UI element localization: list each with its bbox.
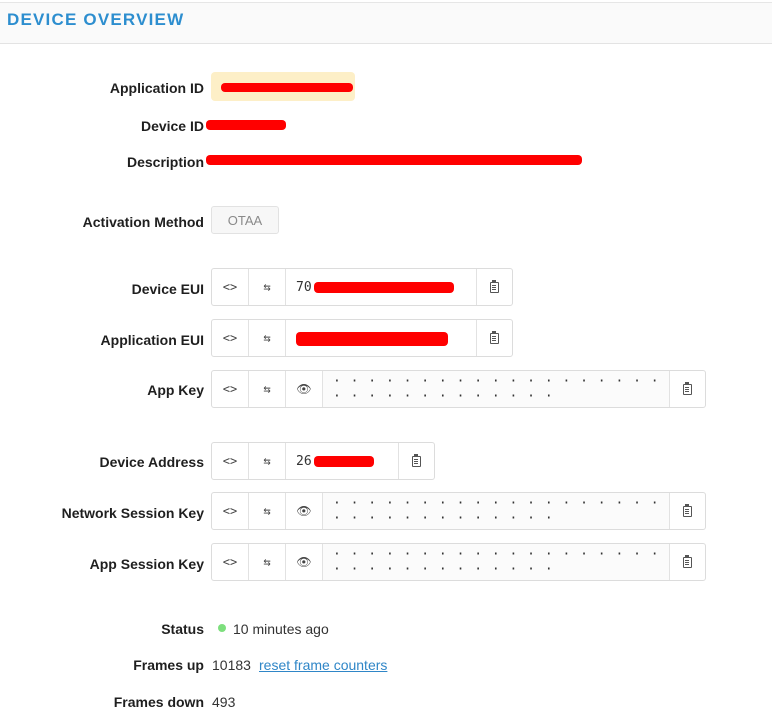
application-id-label: Application ID: [109, 80, 204, 96]
byte-order-swap-icon[interactable]: ⇆: [249, 544, 286, 580]
status-indicator: [218, 624, 226, 632]
code-toggle-icon[interactable]: <>: [212, 269, 249, 305]
device-address-value[interactable]: 26: [286, 443, 398, 479]
copy-button[interactable]: [476, 320, 512, 356]
frames-up-label: Frames up: [133, 657, 204, 673]
description-redaction: [206, 155, 582, 165]
app-session-key-value[interactable]: · · · · · · · · · · · · · · · · · · · · …: [323, 544, 669, 580]
clipboard-icon: [490, 279, 499, 293]
app-key-value[interactable]: · · · · · · · · · · · · · · · · · · · · …: [323, 371, 669, 407]
device-eui-label: Device EUI: [131, 281, 204, 297]
byte-order-swap-icon[interactable]: ⇆: [249, 493, 286, 529]
code-toggle-icon[interactable]: <>: [212, 493, 249, 529]
device-address-redaction: [314, 456, 374, 467]
clipboard-icon: [683, 503, 692, 517]
device-eui-field: <> ⇆ 70: [211, 268, 513, 306]
activation-method-badge: OTAA: [211, 206, 279, 234]
clipboard-icon: [490, 330, 499, 344]
clipboard-icon: [683, 554, 692, 568]
device-id-label: Device ID: [140, 118, 204, 134]
code-toggle-icon[interactable]: <>: [212, 371, 249, 407]
status-value: 10 minutes ago: [233, 621, 329, 637]
copy-button[interactable]: [669, 493, 705, 529]
code-toggle-icon[interactable]: <>: [212, 443, 249, 479]
network-session-key-field: <> ⇆ 👁 · · · · · · · · · · · · · · · · ·…: [211, 492, 706, 530]
app-key-field: <> ⇆ 👁 · · · · · · · · · · · · · · · · ·…: [211, 370, 706, 408]
application-eui-redaction: [296, 332, 448, 346]
code-toggle-icon[interactable]: <>: [212, 544, 249, 580]
copy-button[interactable]: [476, 269, 512, 305]
eye-icon[interactable]: 👁: [286, 544, 323, 580]
device-eui-redaction: [314, 282, 454, 293]
section-header: DEVICE OVERVIEW: [0, 3, 772, 44]
application-eui-field: <> ⇆: [211, 319, 513, 357]
eye-icon[interactable]: 👁: [286, 493, 323, 529]
code-toggle-icon[interactable]: <>: [212, 320, 249, 356]
clipboard-icon: [412, 453, 421, 467]
redaction-mark: [221, 83, 353, 92]
copy-button[interactable]: [669, 544, 705, 580]
application-id-value: [211, 72, 355, 101]
eye-icon[interactable]: 👁: [286, 371, 323, 407]
byte-order-swap-icon[interactable]: ⇆: [249, 320, 286, 356]
copy-button[interactable]: [669, 371, 705, 407]
application-eui-label: Application EUI: [100, 332, 204, 348]
device-address-field: <> ⇆ 26: [211, 442, 435, 480]
device-eui-value[interactable]: 70: [286, 269, 476, 305]
device-id-redaction: [206, 120, 286, 130]
status-label: Status: [161, 621, 204, 637]
network-session-key-label: Network Session Key: [61, 505, 204, 521]
clipboard-icon: [683, 381, 692, 395]
app-key-label: App Key: [147, 382, 204, 398]
byte-order-swap-icon[interactable]: ⇆: [249, 371, 286, 407]
copy-button[interactable]: [398, 443, 434, 479]
page-title: DEVICE OVERVIEW: [7, 10, 185, 29]
frames-down-label: Frames down: [113, 694, 204, 710]
application-eui-value[interactable]: [286, 320, 476, 356]
device-address-label: Device Address: [99, 454, 204, 470]
byte-order-swap-icon[interactable]: ⇆: [249, 443, 286, 479]
frames-down-value: 493: [212, 694, 236, 710]
app-session-key-label: App Session Key: [89, 556, 204, 572]
description-label: Description: [126, 154, 204, 170]
app-session-key-field: <> ⇆ 👁 · · · · · · · · · · · · · · · · ·…: [211, 543, 706, 581]
frames-up-value: 10183: [212, 657, 251, 673]
activation-method-label: Activation Method: [82, 214, 204, 230]
reset-frame-counters-link[interactable]: reset frame counters: [259, 657, 387, 673]
device-address-text: 26: [296, 453, 312, 469]
network-session-key-value[interactable]: · · · · · · · · · · · · · · · · · · · · …: [323, 493, 669, 529]
byte-order-swap-icon[interactable]: ⇆: [249, 269, 286, 305]
device-eui-text: 70: [296, 279, 312, 295]
